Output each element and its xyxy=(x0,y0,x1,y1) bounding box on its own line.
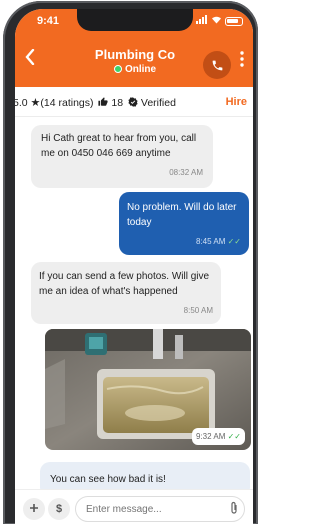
read-receipt-icon: ✓✓ xyxy=(227,432,241,441)
thumbs-up-icon xyxy=(98,97,109,106)
back-button[interactable] xyxy=(25,48,35,69)
signal-icon xyxy=(196,15,208,27)
message-bubble-outgoing: No problem. Will do later today 8:45 AM … xyxy=(119,192,249,255)
message-input[interactable] xyxy=(75,496,245,522)
hire-button[interactable]: Hire xyxy=(226,96,247,108)
message-text: You can see how bad it is! xyxy=(50,474,166,485)
online-label: Online xyxy=(124,64,157,75)
add-button[interactable] xyxy=(23,498,45,520)
payment-button[interactable]: $ xyxy=(48,498,70,520)
image-message[interactable]: 9:32 AM ✓✓ xyxy=(45,329,251,450)
online-status: Online xyxy=(85,64,185,75)
message-text: If you can send a few photos. Will give … xyxy=(39,271,210,297)
message-time: 8:45 AM xyxy=(196,237,226,246)
message-time: 8:50 AM xyxy=(183,306,213,315)
dollar-icon: $ xyxy=(55,503,63,515)
battery-icon xyxy=(225,16,243,26)
star-icon: ★ xyxy=(30,97,41,109)
call-button[interactable] xyxy=(203,51,231,79)
message-bubble-incoming: Hi Cath great to hear from you, call me … xyxy=(31,125,213,188)
plus-icon xyxy=(30,504,38,512)
phone-frame: 9:41 Plumbing Co Online 5.0 ★(14 ratings… xyxy=(3,1,258,524)
message-time-row: 8:45 AM ✓✓ xyxy=(127,234,241,249)
phone-notch xyxy=(77,9,193,31)
message-list[interactable]: Hi Cath great to hear from you, call me … xyxy=(15,117,253,489)
message-bubble-incoming: If you can send a few photos. Will give … xyxy=(31,262,221,324)
verified-label: Verified xyxy=(140,97,176,109)
chevron-left-icon xyxy=(25,48,35,66)
read-receipt-icon: ✓✓ xyxy=(227,237,241,246)
status-time: 9:41 xyxy=(37,15,60,27)
message-time-row: 9:32 AM ✓✓ xyxy=(192,428,245,445)
message-text: No problem. Will do later today xyxy=(127,202,237,228)
rating-bar: 5.0 ★(14 ratings) 18 Verified Hire xyxy=(15,87,253,117)
kebab-menu-icon xyxy=(240,51,244,67)
wifi-icon xyxy=(211,15,222,27)
message-text: Hi Cath great to hear from you, call me … xyxy=(41,133,197,159)
more-options-button[interactable] xyxy=(239,51,245,75)
message-time: 9:32 AM xyxy=(196,432,226,441)
app-screen: 9:41 Plumbing Co Online 5.0 ★(14 ratings… xyxy=(15,9,253,524)
provider-stats: 5.0 ★(14 ratings) 18 Verified xyxy=(15,96,176,109)
contact-name: Plumbing Co xyxy=(94,47,176,62)
paperclip-icon[interactable] xyxy=(229,501,239,520)
ratings-count: (14 ratings) xyxy=(40,97,94,109)
message-composer: $ xyxy=(15,489,253,524)
message-bubble-incoming: You can see how bad it is! xyxy=(40,462,250,489)
phone-icon xyxy=(212,60,222,70)
likes-count: 18 xyxy=(111,97,124,109)
rating-value: 5.0 xyxy=(15,97,28,109)
online-dot-icon xyxy=(113,65,122,73)
verified-badge-icon xyxy=(128,97,138,107)
message-time: 08:32 AM xyxy=(169,168,203,177)
chat-header: 9:41 Plumbing Co Online xyxy=(15,9,253,87)
status-icons xyxy=(196,15,243,27)
